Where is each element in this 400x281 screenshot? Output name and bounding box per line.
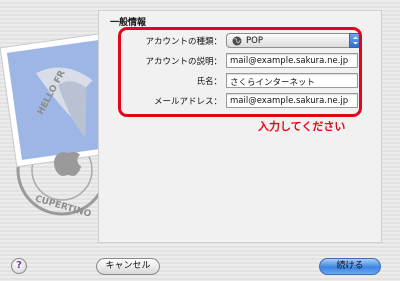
input-instruction-note: 入力してください bbox=[258, 120, 346, 133]
cancel-button[interactable]: キャンセル bbox=[96, 258, 160, 275]
highlight-box bbox=[118, 27, 362, 117]
help-button[interactable]: ? bbox=[11, 258, 27, 274]
continue-button[interactable]: 続ける bbox=[319, 258, 381, 275]
